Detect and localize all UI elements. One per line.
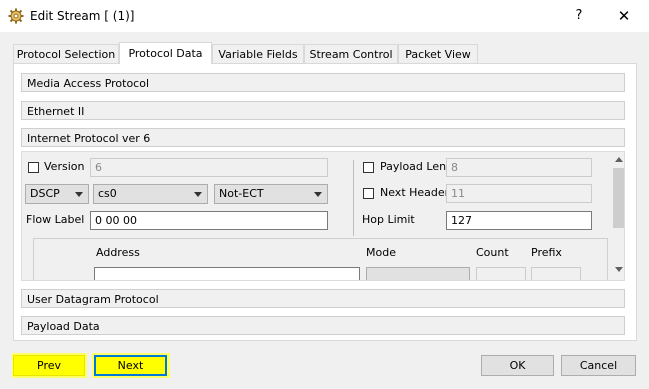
tab-packet-view[interactable]: Packet View <box>398 44 478 63</box>
next-header-field[interactable]: 11 <box>446 184 592 203</box>
prefix-header: Prefix <box>531 246 562 259</box>
scrollbar-thumb[interactable] <box>613 168 624 228</box>
tab-variable-fields[interactable]: Variable Fields <box>212 44 304 63</box>
flow-label-field[interactable]: 0 00 00 <box>90 211 328 230</box>
prev-button[interactable]: Prev <box>13 355 85 376</box>
cs-combo[interactable]: cs0 <box>93 184 208 204</box>
chevron-down-icon <box>314 192 322 197</box>
flow-label-label: Flow Label <box>26 213 85 226</box>
next-header-label: Next Header <box>380 186 450 199</box>
address-group: Address Mode Count Prefix <box>33 238 608 280</box>
ecn-combo-value: Not-ECT <box>219 187 264 200</box>
mode-combo[interactable] <box>366 267 470 280</box>
chevron-down-icon[interactable] <box>615 267 623 272</box>
section-payload-data[interactable]: Payload Data <box>21 316 625 335</box>
address-header: Address <box>96 246 140 259</box>
dscp-combo-value: DSCP <box>30 187 60 200</box>
chevron-down-icon <box>194 192 202 197</box>
next-button[interactable]: Next <box>94 355 167 376</box>
close-button[interactable]: ✕ <box>612 6 636 26</box>
count-header: Count <box>476 246 509 259</box>
section-ipv6[interactable]: Internet Protocol ver 6 <box>21 128 625 147</box>
version-label: Version <box>44 160 85 173</box>
count-field[interactable] <box>476 267 526 280</box>
window-title: Edit Stream [ (1)] <box>30 9 135 23</box>
version-field[interactable]: 6 <box>90 158 328 177</box>
protocol-data-panel: Media Access Protocol Ethernet II Intern… <box>13 63 637 341</box>
section-media-access-protocol[interactable]: Media Access Protocol <box>21 73 625 92</box>
hop-limit-label: Hop Limit <box>362 213 415 226</box>
ipv6-fields-area: Version 6 DSCP cs0 Not-ECT Flow Label 0 … <box>21 151 625 281</box>
payload-length-checkbox[interactable] <box>363 162 374 173</box>
tab-protocol-data[interactable]: Protocol Data <box>119 42 212 64</box>
address-field[interactable] <box>94 267 360 280</box>
tab-protocol-selection[interactable]: Protocol Selection <box>13 44 119 63</box>
ecn-combo[interactable]: Not-ECT <box>214 184 328 204</box>
tab-stream-control[interactable]: Stream Control <box>304 44 398 63</box>
column-divider <box>353 160 354 236</box>
mode-header: Mode <box>366 246 396 259</box>
title-bar: Edit Stream [ (1)] ? ✕ <box>0 0 649 32</box>
chevron-down-icon <box>75 192 83 197</box>
section-ethernet-ii[interactable]: Ethernet II <box>21 101 625 120</box>
hop-limit-field[interactable]: 127 <box>446 211 592 230</box>
section-udp[interactable]: User Datagram Protocol <box>21 289 625 308</box>
next-header-checkbox[interactable] <box>363 188 374 199</box>
cancel-button[interactable]: Cancel <box>561 355 636 376</box>
prefix-field[interactable] <box>531 267 581 280</box>
ipv6-scrollbar[interactable] <box>612 152 624 280</box>
help-button[interactable]: ? <box>568 6 590 26</box>
cs-combo-value: cs0 <box>98 187 117 200</box>
payload-length-field[interactable]: 8 <box>446 158 592 177</box>
version-checkbox[interactable] <box>28 162 39 173</box>
gear-icon <box>8 8 24 24</box>
chevron-up-icon[interactable] <box>615 157 623 162</box>
dscp-combo[interactable]: DSCP <box>25 184 89 204</box>
ok-button[interactable]: OK <box>481 355 554 376</box>
